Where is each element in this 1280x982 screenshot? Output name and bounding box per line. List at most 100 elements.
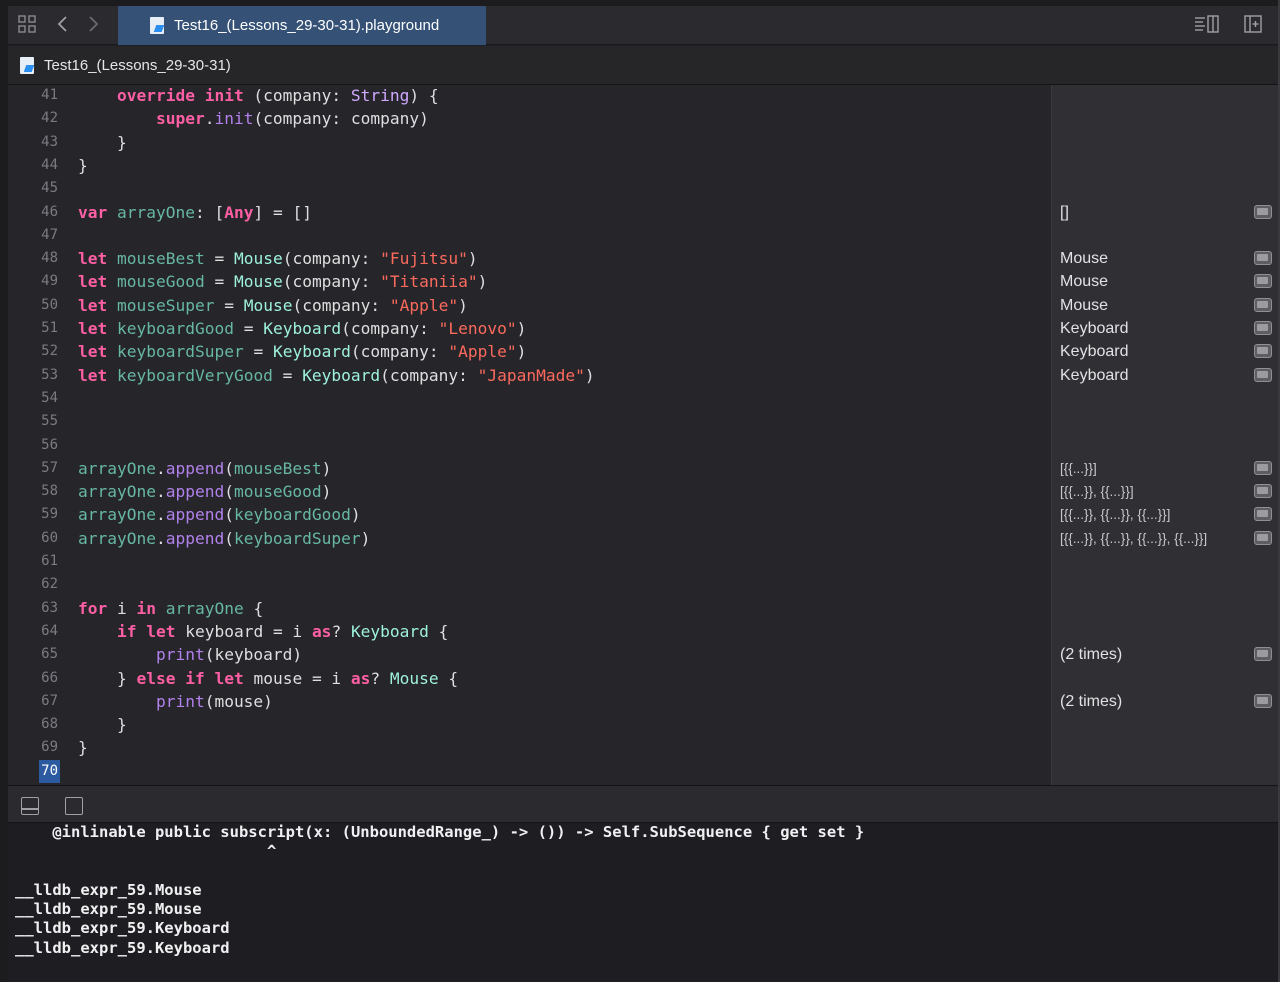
show-result-icon[interactable] xyxy=(1254,297,1272,312)
result-value[interactable]: Keyboard xyxy=(1060,340,1129,363)
playground-file-icon xyxy=(20,56,34,74)
line-number: 48 xyxy=(41,250,58,267)
result-value[interactable]: [{{...}}, {{...}}, {{...}}, {{...}}] xyxy=(1060,527,1207,550)
line-number: 67 xyxy=(41,692,58,709)
tab-label: Test16_(Lessons_29-30-31).playground xyxy=(174,17,440,34)
console-line: __lldb_expr_59.Mouse xyxy=(15,880,202,899)
result-value[interactable]: (2 times) xyxy=(1060,643,1122,666)
console-line: __lldb_expr_59.Mouse xyxy=(15,900,202,919)
result-value[interactable]: [{{...}}, {{...}}] xyxy=(1060,480,1134,503)
show-result-icon[interactable] xyxy=(1254,321,1272,335)
result-value[interactable]: Keyboard xyxy=(1060,364,1129,387)
window-left-edge xyxy=(0,0,8,982)
show-result-icon[interactable] xyxy=(1254,693,1272,708)
code-line[interactable]: let mouseSuper = Mouse(company: "Apple") xyxy=(78,294,468,317)
line-number: 61 xyxy=(41,553,58,569)
code-line[interactable]: print(mouse) xyxy=(78,690,273,713)
debug-toolbar xyxy=(8,785,1278,823)
code-line[interactable]: let mouseBest = Mouse(company: "Fujitsu"… xyxy=(78,247,478,270)
line-number: 50 xyxy=(41,296,58,313)
code-line[interactable]: var arrayOne: [Any] = [] xyxy=(78,201,312,224)
line-number: 52 xyxy=(41,343,58,360)
line-number: 62 xyxy=(41,576,58,593)
console-output[interactable]: @inlinable public subscript(x: (Unbounde… xyxy=(8,823,1278,982)
tab-bar: Test16_(Lessons_29-30-31).playground xyxy=(8,6,1278,45)
add-editor-icon[interactable] xyxy=(1242,14,1264,36)
code-line[interactable]: } else if let mouse = i as? Mouse { xyxy=(78,667,458,690)
editor-options-icon[interactable] xyxy=(1194,14,1220,36)
code-line[interactable]: } xyxy=(78,154,88,177)
line-number: 63 xyxy=(41,599,58,616)
line-number: 51 xyxy=(41,320,58,336)
line-number: 41 xyxy=(41,87,58,103)
console-line: @inlinable public subscript(x: (Unbounde… xyxy=(15,823,865,841)
hide-debug-area-icon[interactable] xyxy=(21,797,39,815)
show-result-icon[interactable] xyxy=(1254,460,1272,475)
show-result-icon[interactable] xyxy=(1254,507,1272,522)
console-line: __lldb_expr_59.Keyboard xyxy=(15,919,230,938)
forward-icon[interactable] xyxy=(82,14,104,36)
show-result-icon[interactable] xyxy=(1254,344,1272,359)
code-line[interactable]: if let keyboard = i as? Keyboard { xyxy=(78,620,448,643)
line-number: 43 xyxy=(41,133,58,150)
line-number: 53 xyxy=(41,366,58,383)
code-line[interactable]: for i in arrayOne { xyxy=(78,597,263,620)
line-number: 47 xyxy=(41,226,58,243)
line-number: 65 xyxy=(41,646,58,663)
show-result-icon[interactable] xyxy=(1254,274,1272,289)
line-number: 42 xyxy=(41,110,58,127)
back-icon[interactable] xyxy=(52,14,74,36)
code-line[interactable]: let keyboardGood = Keyboard(company: "Le… xyxy=(78,317,526,340)
code-line[interactable]: let mouseGood = Mouse(company: "Titaniia… xyxy=(78,270,487,293)
code-line[interactable]: arrayOne.append(mouseBest) xyxy=(78,457,331,480)
code-line[interactable]: let keyboardSuper = Keyboard(company: "A… xyxy=(78,340,526,363)
line-number: 55 xyxy=(41,413,58,430)
line-number: 64 xyxy=(41,622,58,639)
code-line[interactable]: print(keyboard) xyxy=(78,643,302,666)
playground-file-icon xyxy=(150,17,164,34)
code-line[interactable]: } xyxy=(78,131,127,154)
breadcrumb: Test16_(Lessons_29-30-31) xyxy=(8,46,1278,85)
results-sidebar: [] Mouse Mouse Mouse Keyboard Keyboard Keyboar… xyxy=(1051,85,1278,785)
result-value[interactable]: (2 times) xyxy=(1060,690,1122,713)
code-line[interactable]: } xyxy=(78,713,127,736)
result-value[interactable]: [] xyxy=(1060,201,1069,224)
show-result-icon[interactable] xyxy=(1254,367,1272,382)
line-number: 45 xyxy=(41,180,58,197)
show-result-icon[interactable] xyxy=(1254,251,1272,266)
show-result-icon[interactable] xyxy=(1254,484,1272,499)
code-line[interactable]: override init (company: String) { xyxy=(78,84,439,107)
show-result-icon[interactable] xyxy=(1254,204,1272,219)
line-number: 69 xyxy=(41,739,58,756)
code-line[interactable]: arrayOne.append(keyboardGood) xyxy=(78,503,361,526)
code-line[interactable]: super.init(company: company) xyxy=(78,107,429,130)
line-number: 44 xyxy=(41,156,58,173)
line-number: 49 xyxy=(41,273,58,290)
line-number: 60 xyxy=(41,529,58,546)
show-result-icon[interactable] xyxy=(1254,530,1272,545)
line-number: 54 xyxy=(41,389,58,406)
breadcrumb-file[interactable]: Test16_(Lessons_29-30-31) xyxy=(44,57,231,74)
result-value[interactable]: Mouse xyxy=(1060,294,1108,317)
grid-icon[interactable] xyxy=(16,14,38,36)
result-value[interactable]: [{{...}}, {{...}}, {{...}}] xyxy=(1060,503,1170,526)
show-result-icon[interactable] xyxy=(1254,647,1272,662)
code-line[interactable]: } xyxy=(78,736,88,759)
line-number: 58 xyxy=(41,483,58,500)
line-number: 68 xyxy=(41,716,58,733)
console-line: __lldb_expr_59.Keyboard xyxy=(15,938,230,957)
line-number: 57 xyxy=(41,459,58,476)
result-value[interactable]: Mouse xyxy=(1060,247,1108,270)
tab-playground[interactable]: Test16_(Lessons_29-30-31).playground xyxy=(118,6,486,45)
result-value[interactable]: Keyboard xyxy=(1060,317,1129,340)
code-editor[interactable]: 41 override init (company: String) { 42 s… xyxy=(8,85,1051,785)
result-value[interactable]: Mouse xyxy=(1060,270,1108,293)
code-line[interactable]: arrayOne.append(keyboardSuper) xyxy=(78,527,370,550)
result-value[interactable]: [{{...}}] xyxy=(1060,457,1097,480)
line-number: 66 xyxy=(41,669,58,686)
code-line[interactable]: arrayOne.append(mouseGood) xyxy=(78,480,331,503)
line-number: 70 xyxy=(8,759,60,783)
show-console-icon[interactable] xyxy=(65,797,83,815)
code-line[interactable]: let keyboardVeryGood = Keyboard(company:… xyxy=(78,364,595,387)
